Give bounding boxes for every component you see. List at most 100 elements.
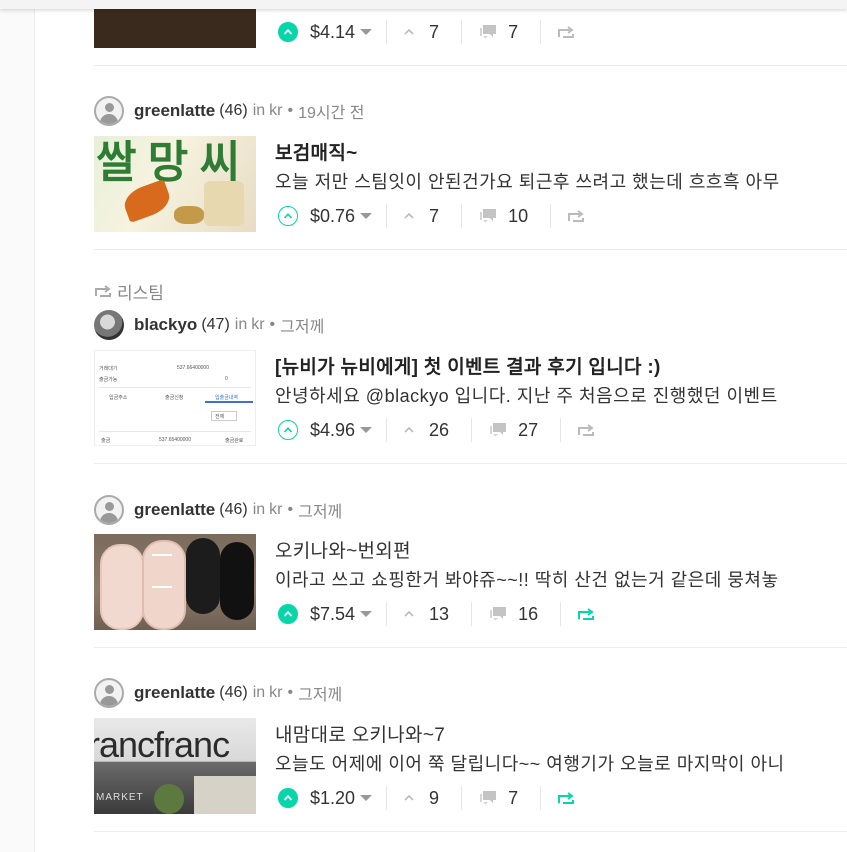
comments-icon[interactable] <box>488 422 508 439</box>
black-shoe-shape <box>186 538 220 614</box>
vote-count[interactable]: 13 <box>429 604 449 625</box>
post-stats: $4.96 26 27 <box>278 413 595 447</box>
comments-icon[interactable] <box>488 606 508 623</box>
post-summary[interactable]: 오늘도 어제에 이어 쭉 달립니다~~ 여행기가 오늘로 마지막이 아니 <box>275 750 847 776</box>
author-name[interactable]: greenlatte <box>134 101 215 121</box>
divider <box>471 418 473 442</box>
resteem-icon[interactable] <box>577 607 595 621</box>
thumb-text: 입출금내역 <box>215 395 239 401</box>
thumb-text: 출금완료 <box>225 438 244 444</box>
upvote-button[interactable] <box>278 420 298 440</box>
author-name[interactable]: greenlatte <box>134 500 215 520</box>
avatar[interactable] <box>94 678 124 708</box>
resteem-icon[interactable] <box>567 209 585 223</box>
upvote-chevron-icon <box>283 794 293 801</box>
pink-shoe-shape <box>100 544 144 630</box>
resteem-icon[interactable] <box>557 791 575 805</box>
post-thumbnail[interactable]: rancfranc MARKET <box>94 718 256 814</box>
author-reputation: (46) <box>219 684 248 701</box>
comments-icon[interactable] <box>478 24 498 41</box>
upvote-button[interactable] <box>278 206 298 226</box>
thumb-text: 537.66400000 <box>177 365 209 371</box>
top-bar <box>0 0 847 9</box>
post-summary[interactable]: 이라고 쓰고 쇼핑한거 봐야쥬~~!! 딱히 산건 없는거 같은데 뭉쳐놓 <box>275 566 847 592</box>
author-name[interactable]: blackyo <box>134 315 197 335</box>
payout-dropdown-icon[interactable] <box>360 29 373 35</box>
author-name[interactable]: greenlatte <box>134 683 215 703</box>
post-separator <box>94 647 847 648</box>
vote-count-chevron-icon <box>404 794 414 801</box>
payout-value[interactable]: $0.76 <box>310 206 355 227</box>
post-thumbnail[interactable] <box>94 534 256 630</box>
divider <box>386 20 388 44</box>
pack-shape <box>204 181 244 226</box>
avatar[interactable] <box>94 310 124 340</box>
separator-dot: • <box>287 102 294 119</box>
post-separator <box>94 463 847 464</box>
payout-dropdown-icon[interactable] <box>360 427 373 433</box>
category-link[interactable]: kr <box>269 684 282 702</box>
payout-value[interactable]: $4.14 <box>310 22 355 43</box>
vote-count[interactable]: 7 <box>429 206 439 227</box>
post-summary[interactable]: 오늘 저만 스팀잇이 안된건가요 퇴근후 쓰려고 했는데 흐흐흑 아무 <box>275 168 847 194</box>
upvote-chevron-icon <box>283 28 293 35</box>
upvote-button[interactable] <box>278 22 298 42</box>
avatar[interactable] <box>94 495 124 525</box>
category-link[interactable]: kr <box>269 102 282 120</box>
payout-value[interactable]: $1.20 <box>310 788 355 809</box>
thumb-rule <box>99 431 251 432</box>
comments-icon[interactable] <box>478 208 498 225</box>
payout-dropdown-icon[interactable] <box>360 213 373 219</box>
plant-shape <box>154 784 184 814</box>
post-time[interactable]: 그저께 <box>298 498 342 522</box>
vote-count-chevron-icon <box>404 212 414 219</box>
vote-count[interactable]: 7 <box>429 22 439 43</box>
post-summary[interactable]: 안녕하세요 @blackyo 입니다. 지난 주 처음으로 진행했던 이벤트 <box>275 382 847 408</box>
payout-value[interactable]: $4.96 <box>310 420 355 441</box>
author-reputation: (46) <box>219 501 248 518</box>
post-title[interactable]: 내맘대로 오키나와~7 <box>275 720 445 747</box>
thumb-text: 537.65400000 <box>159 437 191 443</box>
post-time[interactable]: 그저께 <box>280 313 324 337</box>
category-link[interactable]: kr <box>269 501 282 519</box>
author-row: blackyo (47) in kr • 그저께 <box>94 309 324 341</box>
comment-count[interactable]: 10 <box>508 206 528 227</box>
avatar[interactable] <box>94 96 124 126</box>
author-row: greenlatte (46) in kr • 그저께 <box>94 494 342 526</box>
vote-count[interactable]: 9 <box>429 788 439 809</box>
comment-count[interactable]: 27 <box>518 420 538 441</box>
vote-count-chevron-icon <box>404 28 414 35</box>
resteem-note-icon <box>95 285 111 297</box>
upvote-chevron-icon <box>283 427 293 433</box>
comments-icon[interactable] <box>478 790 498 807</box>
post-time[interactable]: 그저께 <box>298 681 342 705</box>
comment-count[interactable]: 7 <box>508 788 518 809</box>
vote-count[interactable]: 26 <box>429 420 449 441</box>
post-title[interactable]: [뉴비가 뉴비에게] 첫 이벤트 결과 후기 입니다 :) <box>275 352 661 379</box>
comment-count[interactable]: 7 <box>508 22 518 43</box>
author-row: greenlatte (46) in kr • 그저께 <box>94 677 342 709</box>
post-separator <box>94 65 847 66</box>
category-link[interactable]: kr <box>251 316 264 334</box>
divider <box>540 786 542 810</box>
upvote-button[interactable] <box>278 604 298 624</box>
payout-dropdown-icon[interactable] <box>360 611 373 617</box>
avatar-body-icon <box>100 696 118 706</box>
resteem-icon[interactable] <box>577 423 595 437</box>
thumb-text: 출금신청 <box>165 395 184 401</box>
resteem-note: 리스팀 <box>94 281 164 303</box>
post-thumbnail[interactable]: 쌀 망 씨 <box>94 136 256 232</box>
post-thumbnail[interactable]: 거래대기 537.66400000 출금가능 0 입금주소 출금신청 입출금내역… <box>94 350 256 446</box>
thumb-active-tab-bar <box>205 401 253 403</box>
comment-count[interactable]: 16 <box>518 604 538 625</box>
payout-dropdown-icon[interactable] <box>360 795 373 801</box>
post-title[interactable]: 보검매직~ <box>275 138 358 165</box>
payout-value[interactable]: $7.54 <box>310 604 355 625</box>
black-shoe-shape <box>220 542 254 620</box>
upvote-button[interactable] <box>278 788 298 808</box>
post-time[interactable]: 19시간 전 <box>298 99 364 123</box>
post-title[interactable]: 오키나와~번외편 <box>275 536 411 563</box>
in-label: in <box>234 316 248 333</box>
shelf-shape <box>194 776 256 814</box>
resteem-icon[interactable] <box>557 25 575 39</box>
